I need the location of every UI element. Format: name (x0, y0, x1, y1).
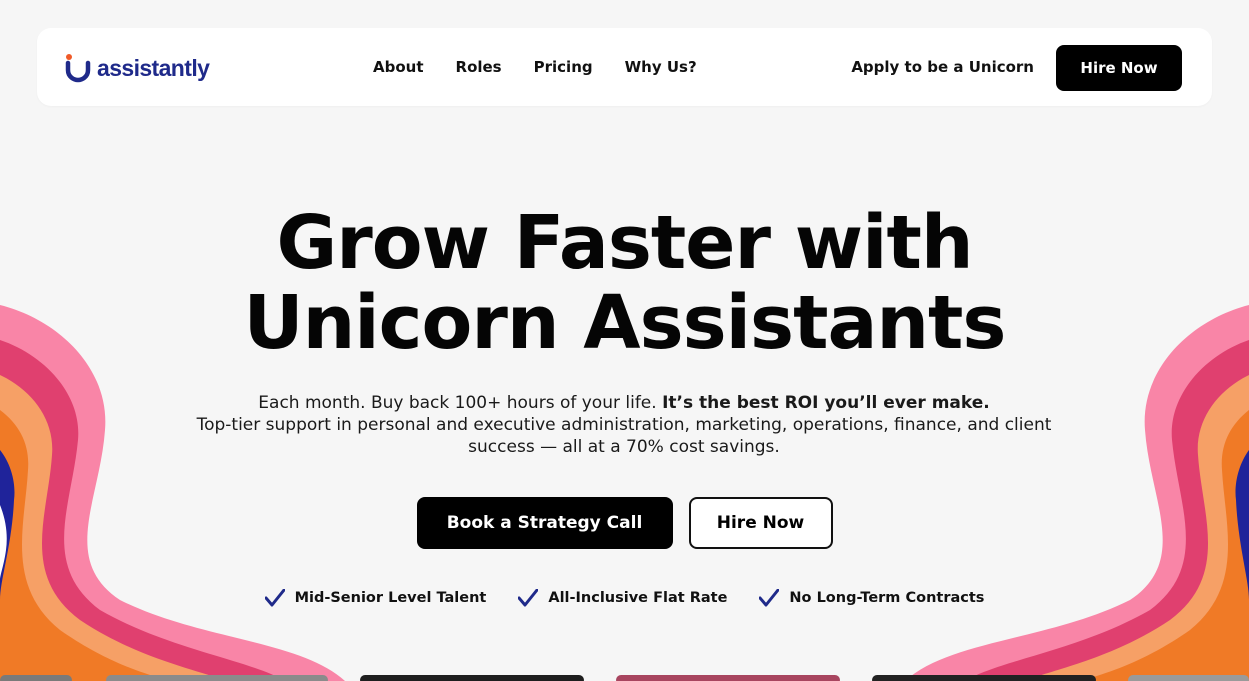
book-strategy-call-button[interactable]: Book a Strategy Call (416, 497, 673, 549)
feature-label: Mid-Senior Level Talent (294, 590, 487, 606)
nav-link-why-us[interactable]: Why Us? (625, 58, 697, 76)
check-icon (264, 589, 285, 607)
feature-list: Mid-Senior Level Talent All-Inclusive Fl… (0, 589, 1249, 607)
nav-link-roles[interactable]: Roles (456, 58, 502, 76)
hero-headline: Grow Faster with Unicorn Assistants (0, 203, 1249, 363)
check-icon (518, 589, 539, 607)
apply-unicorn-link[interactable]: Apply to be a Unicorn (851, 28, 1034, 106)
nav-link-pricing[interactable]: Pricing (534, 58, 593, 76)
brand-logo-icon (65, 54, 91, 83)
hero-subtext: Each month. Buy back 100+ hours of your … (174, 392, 1074, 458)
feature-label: No Long-Term Contracts (789, 590, 985, 606)
hero-cta-row: Book a Strategy Call Hire Now (0, 497, 1249, 549)
preview-card (360, 675, 584, 681)
brand-name: assistantly (97, 54, 210, 81)
primary-nav: About Roles Pricing Why Us? (373, 28, 729, 106)
feature-item: All-Inclusive Flat Rate (518, 589, 727, 607)
top-navbar: assistantly About Roles Pricing Why Us? … (37, 28, 1212, 106)
hero-headline-line-2: Unicorn Assistants (243, 280, 1007, 366)
hero-headline-line-1: Grow Faster with (276, 200, 974, 286)
feature-item: Mid-Senior Level Talent (264, 589, 487, 607)
hire-now-nav-button[interactable]: Hire Now (1056, 45, 1182, 91)
preview-card (0, 675, 72, 681)
preview-card (872, 675, 1096, 681)
feature-item: No Long-Term Contracts (759, 589, 984, 607)
preview-card (616, 675, 840, 681)
preview-card (1128, 675, 1249, 681)
brand-logo[interactable]: assistantly (65, 52, 210, 84)
nav-link-about[interactable]: About (373, 58, 424, 76)
check-icon (759, 589, 780, 607)
hire-now-hero-button[interactable]: Hire Now (688, 497, 833, 549)
feature-label: All-Inclusive Flat Rate (548, 590, 728, 606)
hero-sub-bold: It’s the best ROI you’ll ever make. (662, 393, 990, 413)
preview-card (106, 675, 328, 681)
hero-sub-plain: Each month. Buy back 100+ hours of your … (258, 393, 657, 413)
hero-sub-line-2: Top-tier support in personal and executi… (196, 415, 1052, 457)
